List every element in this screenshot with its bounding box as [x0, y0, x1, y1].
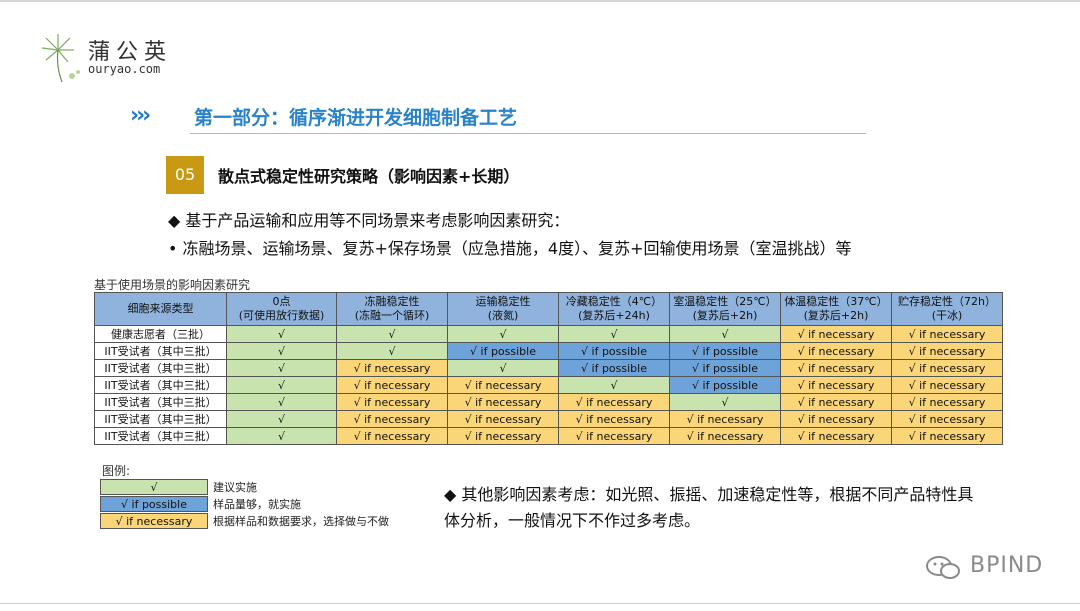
table-row: IIT受试者（其中三批） √ √ if necessary √ if necessar… [94, 410, 1003, 428]
header-cell: 贮存稳定性（72h） (干冰) [891, 292, 1003, 326]
table-cell: √ if possible [669, 342, 781, 360]
table-cell: √ if necessary [780, 427, 892, 445]
subsection-title: 散点式稳定性研究策略（影响因素+长期） [218, 167, 520, 186]
row-label: IIT受试者（其中三批） [94, 410, 227, 428]
logo: 蒲公英 ouryao.com [36, 28, 196, 88]
top-border [0, 0, 1080, 2]
table-cell: √ [447, 359, 559, 377]
row-label: IIT受试者（其中三批） [94, 359, 227, 377]
table-cell: √ if necessary [447, 410, 559, 428]
table-cell: √ if necessary [336, 427, 448, 445]
header-cell: 冻融稳定性 (冻融一个循环) [336, 292, 448, 326]
wechat-icon [924, 553, 964, 589]
table-cell: √ if necessary [780, 393, 892, 411]
bullet-scenarios-list: • 冻融场景、运输场景、复苏+保存场景（应急措施，4度）、复苏+回输使用场景（室… [168, 239, 852, 258]
table-cell: √ if possible [669, 376, 781, 394]
table-cell: √ if possible [447, 342, 559, 360]
legend-swatch-recommended: √ [100, 479, 208, 495]
table-cell: √ if necessary [447, 376, 559, 394]
table-cell: √ if possible [669, 359, 781, 377]
bullet-other-factors: ◆ 其他影响因素考虑：如光照、振摇、加速稳定性等，根据不同产品特性具体分析，一般… [444, 485, 974, 530]
legend-text-recommended: 建议实施 [213, 481, 257, 494]
table-cell: √ if necessary [891, 325, 1003, 343]
row-label: IIT受试者（其中三批） [94, 342, 227, 360]
table-cell: √ if necessary [891, 342, 1003, 360]
legend-title: 图例: [102, 464, 131, 478]
dandelion-icon [41, 34, 80, 83]
table-cell: √ if necessary [558, 427, 670, 445]
table-cell: √ if necessary [891, 393, 1003, 411]
bottom-border [0, 603, 1080, 604]
table-row: IIT受试者（其中三批） √ √ if necessary √ if necessar… [94, 393, 1003, 411]
header-cell: 室温稳定性（25℃） (复苏后+2h) [669, 292, 781, 326]
table-body: 健康志愿者（三批） √ √ √ √ √ √ if necessary √ if necessa… [94, 325, 1003, 445]
table-cell: √ if possible [558, 359, 670, 377]
subsection-number: 05 [166, 156, 204, 194]
table-cell: √ if necessary [780, 342, 892, 360]
table-cell: √ if necessary [891, 376, 1003, 394]
table-row: IIT受试者（其中三批） √ √ √ if possible √ if possible… [94, 342, 1003, 360]
table-cell: √ if necessary [780, 325, 892, 343]
table-cell: √ [226, 393, 337, 411]
table-cell: √ if necessary [447, 393, 559, 411]
logo-url: ouryao.com [88, 62, 161, 76]
table-cell: √ if necessary [336, 410, 448, 428]
table-cell: √ if necessary [891, 410, 1003, 428]
section-arrows-icon: ››› [130, 103, 151, 128]
section-title: 第一部分：循序渐进开发细胞制备工艺 [194, 107, 518, 129]
header-cell: 体温稳定性（37℃） (复苏后+2h) [780, 292, 892, 326]
table-cell: √ [336, 325, 448, 343]
watermark-text: BPIND [970, 553, 1044, 578]
table-row: IIT受试者（其中三批） √ √ if necessary √ √ if possibl… [94, 359, 1003, 377]
row-label: IIT受试者（其中三批） [94, 427, 227, 445]
table-cell: √ [558, 325, 670, 343]
table-cell: √ if necessary [780, 410, 892, 428]
stability-table: 细胞来源类型 0点 (可使用放行数据) 冻融稳定性 (冻融一个循环) 运输稳定性 (液… [94, 292, 1003, 445]
table-cell: √ [226, 376, 337, 394]
table-cell: √ if possible [558, 342, 670, 360]
section-divider [190, 133, 866, 134]
legend-text-if-possible: 样品量够，就实施 [213, 498, 301, 511]
table-cell: √ [336, 342, 448, 360]
table-cell: √ [226, 325, 337, 343]
table-cell: √ if necessary [336, 376, 448, 394]
row-label: IIT受试者（其中三批） [94, 393, 227, 411]
legend-text-if-necessary: 根据样品和数据要求，选择做与不做 [213, 515, 389, 528]
row-label: 健康志愿者（三批） [94, 325, 227, 343]
table-cell: √ if necessary [780, 376, 892, 394]
table-cell: √ [226, 359, 337, 377]
table-cell: √ if necessary [558, 393, 670, 411]
table-cell: √ if necessary [447, 427, 559, 445]
table-cell: √ if necessary [669, 410, 781, 428]
table-cell: √ if necessary [558, 410, 670, 428]
table-row: IIT受试者（其中三批） √ √ if necessary √ if necessar… [94, 376, 1003, 394]
table-cell: √ [669, 393, 781, 411]
table-cell: √ if necessary [891, 427, 1003, 445]
header-cell: 冷藏稳定性（4℃） (复苏后+24h) [558, 292, 670, 326]
table-cell: √ if necessary [669, 427, 781, 445]
header-cell: 运输稳定性 (液氮) [447, 292, 559, 326]
table-cell: √ if necessary [891, 359, 1003, 377]
table-cell: √ if necessary [336, 393, 448, 411]
table-caption: 基于使用场景的影响因素研究 [94, 278, 251, 292]
table-cell: √ [558, 376, 670, 394]
table-cell: √ if necessary [336, 359, 448, 377]
table-cell: √ [226, 427, 337, 445]
table-header-row: 细胞来源类型 0点 (可使用放行数据) 冻融稳定性 (冻融一个循环) 运输稳定性 (液… [94, 292, 1003, 326]
header-cell: 细胞来源类型 [94, 292, 227, 326]
table-row: 健康志愿者（三批） √ √ √ √ √ √ if necessary √ if necessa… [94, 325, 1003, 343]
legend-swatch-if-necessary: √ if necessary [100, 513, 208, 529]
bullet-scenarios-intro: ◆ 基于产品运输和应用等不同场景来考虑影响因素研究： [168, 211, 570, 230]
header-cell: 0点 (可使用放行数据) [226, 292, 337, 326]
table-cell: √ if necessary [780, 359, 892, 377]
table-cell: √ [226, 342, 337, 360]
row-label: IIT受试者（其中三批） [94, 376, 227, 394]
table-cell: √ [447, 325, 559, 343]
table-row: IIT受试者（其中三批） √ √ if necessary √ if necessar… [94, 427, 1003, 445]
table-cell: √ [226, 410, 337, 428]
legend-swatch-if-possible: √ if possible [100, 496, 208, 512]
table-cell: √ [669, 325, 781, 343]
